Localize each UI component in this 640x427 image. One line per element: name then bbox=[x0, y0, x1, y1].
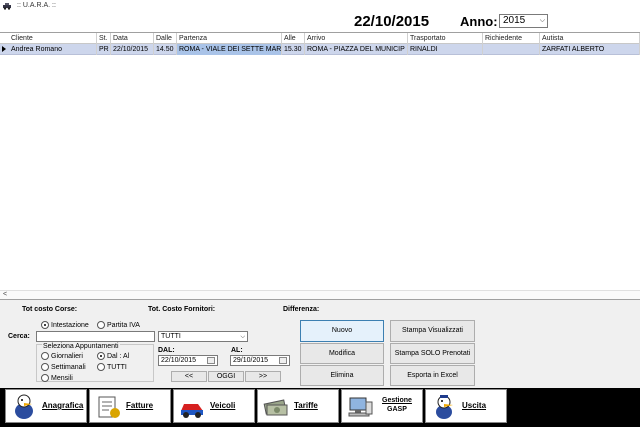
veicoli-button[interactable]: Veicoli bbox=[173, 389, 255, 423]
stampa-prenotati-button[interactable]: Stampa SOLO Prenotati bbox=[390, 343, 475, 364]
col-data[interactable]: Data bbox=[111, 33, 154, 44]
horizontal-scrollbar[interactable]: < bbox=[0, 290, 640, 299]
cell-data: 22/10/2015 bbox=[111, 44, 154, 55]
table-row[interactable]: Andrea Romano PR 22/10/2015 14.50 ROMA -… bbox=[0, 44, 640, 55]
money-icon bbox=[263, 399, 288, 416]
duck-icon bbox=[15, 394, 33, 419]
car-icon bbox=[181, 404, 203, 418]
invoice-icon bbox=[98, 396, 120, 418]
stampa-visualizzati-button[interactable]: Stampa Visualizzati bbox=[390, 320, 475, 342]
elimina-button[interactable]: Elimina bbox=[300, 365, 384, 386]
tot-costo-fornitori-label: Tot. Costo Fornitori: bbox=[148, 306, 216, 313]
col-st[interactable]: St. bbox=[97, 33, 111, 44]
col-arrivo[interactable]: Arrivo bbox=[305, 33, 408, 44]
cell-trasportato: RINALDI bbox=[408, 44, 483, 55]
col-autista[interactable]: Autista bbox=[540, 33, 640, 44]
appointments-grid[interactable]: Cliente St. Data Dalle Partenza Alle Arr… bbox=[0, 32, 640, 300]
nuovo-button[interactable]: Nuovo bbox=[300, 320, 384, 342]
cell-cliente: Andrea Romano bbox=[9, 44, 97, 55]
cell-dalle: 14.50 bbox=[154, 44, 177, 55]
radio-dal-al[interactable] bbox=[97, 352, 105, 360]
car-icon bbox=[3, 3, 11, 10]
esporta-excel-button[interactable]: Esporta in Excel bbox=[390, 365, 475, 386]
tariffe-label: Tariffe bbox=[294, 401, 318, 410]
grid-header: Cliente St. Data Dalle Partenza Alle Arr… bbox=[0, 33, 640, 44]
appointments-group-label: Seleziona Appuntamenti bbox=[42, 343, 120, 350]
calendar-icon[interactable] bbox=[279, 357, 287, 364]
main-toolbar: Anagrafica Fatture Veicoli Tariffe Gesti… bbox=[0, 388, 640, 427]
chevron-down-icon: ⌵ bbox=[240, 334, 245, 340]
radio-partita-iva-label: Partita IVA bbox=[107, 322, 140, 329]
year-select[interactable]: 2015 ⌵ bbox=[499, 14, 548, 28]
radio-intestazione-label: Intestazione bbox=[51, 322, 89, 329]
gestione-gasp-label: Gestione GASP bbox=[382, 397, 412, 413]
today-button[interactable]: OGGI bbox=[208, 371, 244, 382]
modifica-button[interactable]: Modifica bbox=[300, 343, 384, 364]
col-dalle[interactable]: Dalle bbox=[154, 33, 177, 44]
dal-date-input[interactable]: 22/10/2015 bbox=[158, 355, 218, 366]
cell-arrivo: ROMA - PIAZZA DEL MUNICIP bbox=[305, 44, 408, 55]
fatture-button[interactable]: Fatture bbox=[89, 389, 171, 423]
radio-tutti[interactable] bbox=[97, 363, 105, 371]
chevron-left-icon[interactable]: < bbox=[3, 291, 7, 298]
search-filter-select[interactable]: TUTTI ⌵ bbox=[158, 331, 248, 342]
radio-intestazione[interactable] bbox=[41, 321, 49, 329]
veicoli-label: Veicoli bbox=[210, 401, 236, 410]
title-bar: :: U.A.R.A. :: bbox=[0, 0, 640, 12]
controls-panel: Tot costo Corse: Tot. Costo Fornitori: D… bbox=[0, 300, 640, 388]
uscita-label: Uscita bbox=[462, 401, 487, 410]
radio-mensili-label: Mensili bbox=[51, 375, 73, 382]
gestione-gasp-button[interactable]: Gestione GASP bbox=[341, 389, 423, 423]
next-week-button[interactable]: >> bbox=[245, 371, 281, 382]
radio-settimanali-label: Settimanali bbox=[51, 364, 86, 371]
cell-st: PR bbox=[97, 44, 111, 55]
col-alle[interactable]: Alle bbox=[282, 33, 305, 44]
date-header: 22/10/2015 Anno: 2015 ⌵ bbox=[0, 12, 640, 32]
duck-exit-icon bbox=[436, 395, 453, 419]
calendar-icon[interactable] bbox=[207, 357, 215, 364]
radio-giornalieri-label: Giornalieri bbox=[51, 353, 83, 360]
radio-tutti-label: TUTTI bbox=[107, 364, 127, 371]
radio-mensili[interactable] bbox=[41, 374, 49, 382]
computer-icon bbox=[348, 397, 373, 417]
al-label: AL: bbox=[231, 347, 243, 354]
uscita-button[interactable]: Uscita bbox=[425, 389, 507, 423]
prev-week-button[interactable]: << bbox=[171, 371, 207, 382]
radio-giornalieri[interactable] bbox=[41, 352, 49, 360]
row-indicator-icon bbox=[2, 46, 6, 52]
col-trasportato[interactable]: Trasportato bbox=[408, 33, 483, 44]
col-richiedente[interactable]: Richiedente bbox=[483, 33, 540, 44]
cell-partenza: ROMA - VIALE DEI SETTE MAR bbox=[177, 44, 282, 55]
tariffe-button[interactable]: Tariffe bbox=[257, 389, 339, 423]
search-input[interactable] bbox=[36, 331, 155, 342]
al-date-input[interactable]: 29/10/2015 bbox=[230, 355, 290, 366]
anagrafica-button[interactable]: Anagrafica bbox=[5, 389, 87, 423]
radio-partita-iva[interactable] bbox=[97, 321, 105, 329]
dal-label: DAL: bbox=[158, 347, 175, 354]
col-cliente[interactable]: Cliente bbox=[9, 33, 97, 44]
year-label: Anno: bbox=[460, 14, 498, 29]
radio-dal-al-label: Dal : Al bbox=[107, 353, 130, 360]
differenza-label: Differenza: bbox=[283, 306, 320, 313]
fatture-label: Fatture bbox=[126, 401, 154, 410]
col-partenza[interactable]: Partenza bbox=[177, 33, 282, 44]
anagrafica-label: Anagrafica bbox=[42, 401, 84, 410]
tot-costo-corse-label: Tot costo Corse: bbox=[22, 306, 78, 313]
cell-alle: 15.30 bbox=[282, 44, 305, 55]
current-date: 22/10/2015 bbox=[354, 13, 430, 30]
search-label: Cerca: bbox=[8, 333, 30, 340]
cell-richiedente bbox=[483, 44, 540, 55]
cell-autista: ZARFATI ALBERTO bbox=[540, 44, 640, 55]
radio-settimanali[interactable] bbox=[41, 363, 49, 371]
chevron-down-icon: ⌵ bbox=[539, 17, 545, 24]
window-title: :: U.A.R.A. :: bbox=[17, 2, 56, 9]
